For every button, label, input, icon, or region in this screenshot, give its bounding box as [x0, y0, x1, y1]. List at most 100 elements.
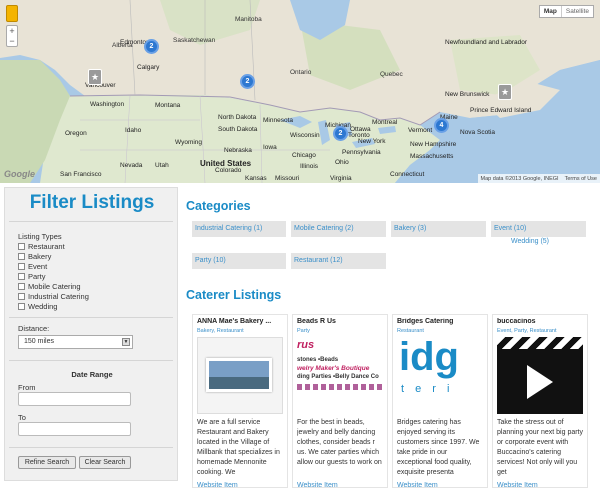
map-label: Saskatchewan [173, 37, 216, 44]
map-label: New York [358, 138, 386, 145]
category-item[interactable]: Industrial Catering (1) [192, 221, 286, 237]
map-star-pin[interactable]: ★ [88, 69, 102, 85]
listing-type-checkbox-row[interactable]: Restaurant [18, 242, 65, 251]
map-attribution: Map data ©2013 Google, INEGI [480, 175, 559, 182]
category-item[interactable]: Event (10) [491, 221, 586, 237]
listing-type-checkbox-row[interactable]: Bakery [18, 252, 51, 261]
listing-type-checkbox-row[interactable]: Industrial Catering [18, 292, 89, 301]
logo-text: stones •Beads [297, 357, 339, 363]
clear-search-button[interactable]: Clear Search [79, 456, 131, 469]
map-label: San Francisco [60, 171, 102, 178]
chevron-down-icon[interactable]: ▼ [122, 338, 130, 346]
google-logo: Google [4, 169, 35, 179]
checkbox[interactable] [18, 263, 25, 270]
clapper-stripes [497, 337, 583, 349]
checkbox[interactable] [18, 283, 25, 290]
listing-tags[interactable]: Restaurant [397, 328, 483, 334]
map-label: Nebraska [224, 147, 252, 154]
map-label: Chicago [292, 152, 316, 159]
map-cluster-marker[interactable]: 2 [333, 126, 348, 141]
to-date-input[interactable] [18, 422, 131, 436]
listing-tags[interactable]: Event, Party, Restaurant [497, 328, 583, 334]
category-subitem[interactable]: Wedding (5) [511, 238, 549, 245]
map-label: Vermont [408, 127, 433, 134]
zoom-control[interactable]: + − [6, 25, 18, 47]
terms-link[interactable]: Terms of Use [565, 176, 597, 182]
checkbox-label: Mobile Catering [28, 282, 81, 291]
map[interactable]: Manitoba Saskatchewan Alberta Ontario Qu… [0, 0, 600, 183]
map-label: Wyoming [175, 139, 203, 146]
zoom-out-button[interactable]: − [7, 36, 17, 46]
listing-types-label: Listing Types [18, 232, 62, 241]
map-label: Idaho [125, 127, 142, 134]
listing-image[interactable] [497, 337, 583, 414]
listing-tags[interactable]: Party [297, 328, 383, 334]
map-label: New Brunswick [445, 91, 490, 98]
map-label: Connecticut [390, 171, 425, 178]
map-label: Virginia [330, 175, 352, 182]
map-label: Illinois [300, 163, 319, 170]
from-date-input[interactable] [18, 392, 131, 406]
checkbox[interactable] [18, 273, 25, 280]
map-type-control[interactable]: Map Satellite [538, 5, 594, 18]
distance-label: Distance: [18, 324, 50, 333]
listing-type-checkbox-row[interactable]: Party [18, 272, 46, 281]
to-label: To [18, 413, 26, 422]
listing-type-checkbox-row[interactable]: Mobile Catering [18, 282, 81, 291]
listing-image[interactable]: rus stones •Beads welry Maker's Boutique… [297, 337, 383, 414]
checkbox-label: Party [28, 272, 46, 281]
checkbox[interactable] [18, 293, 25, 300]
listing-name[interactable]: buccacinos [497, 318, 583, 325]
logo-text: rus [297, 339, 315, 351]
map-cluster-marker[interactable]: 4 [434, 118, 449, 133]
checkbox-label: Wedding [28, 302, 58, 311]
listing-type-checkbox-row[interactable]: Wedding [18, 302, 57, 311]
listing-card: buccacinos Event, Party, Restaurant Take… [492, 314, 588, 489]
checkbox-label: Event [28, 262, 48, 271]
refine-search-button[interactable]: Refine Search [18, 456, 76, 469]
map-label: Ontario [290, 69, 312, 76]
listing-type-checkbox-row[interactable]: Event [18, 262, 47, 271]
checkbox[interactable] [18, 303, 25, 310]
map-type-satellite-button[interactable]: Satellite [560, 6, 593, 17]
caterer-listings-title: Caterer Listings [186, 288, 282, 302]
from-label: From [18, 383, 36, 392]
map-type-map-button[interactable]: Map [540, 6, 561, 17]
map-label: Newfoundland and Labrador [445, 39, 528, 46]
listing-image[interactable] [197, 337, 283, 414]
map-cluster-marker[interactable]: 2 [240, 74, 255, 89]
filter-title: Filter Listings [29, 192, 155, 213]
map-label: Kansas [245, 175, 267, 182]
map-label: Iowa [263, 144, 277, 151]
map-label: Minnesota [263, 117, 293, 124]
listing-card: Bridges Catering Restaurant idg t e r i … [392, 314, 488, 489]
map-label: United States [200, 159, 252, 168]
pegman-icon[interactable] [6, 5, 18, 22]
map-label: Nevada [120, 162, 143, 169]
listing-description: Bridges catering has enjoyed serving its… [397, 419, 480, 476]
listing-name[interactable]: Bridges Catering [397, 318, 483, 325]
map-label: Massachusetts [410, 153, 454, 160]
photo-frame [206, 358, 272, 392]
distance-select[interactable]: 150 miles ▼ [18, 335, 133, 349]
listing-tags[interactable]: Bakery, Restaurant [197, 328, 283, 334]
map-cluster-marker[interactable]: 2 [144, 39, 159, 54]
logo-text: ding Parties •Belly Dance Co [297, 374, 379, 380]
listing-name[interactable]: ANNA Mae's Bakery ... [197, 318, 283, 325]
map-attribution-bar: Map data ©2013 Google, INEGI Terms of Us… [477, 174, 600, 183]
checkbox[interactable] [18, 243, 25, 250]
category-item[interactable]: Bakery (3) [391, 221, 486, 237]
map-label: Montreal [372, 119, 398, 126]
map-label: Utah [155, 162, 169, 169]
logo-text: welry Maker's Boutique [297, 365, 370, 372]
category-item[interactable]: Party (10) [192, 253, 286, 269]
map-label: Quebec [380, 71, 403, 78]
listing-image[interactable]: idg t e r i [397, 337, 483, 414]
category-item[interactable]: Restaurant (12) [291, 253, 386, 269]
category-item[interactable]: Mobile Catering (2) [291, 221, 386, 237]
map-star-pin[interactable]: ★ [498, 84, 512, 100]
listing-name[interactable]: Beads R Us [297, 318, 383, 325]
checkbox[interactable] [18, 253, 25, 260]
map-label: Washington [90, 101, 125, 108]
zoom-in-button[interactable]: + [7, 26, 17, 36]
